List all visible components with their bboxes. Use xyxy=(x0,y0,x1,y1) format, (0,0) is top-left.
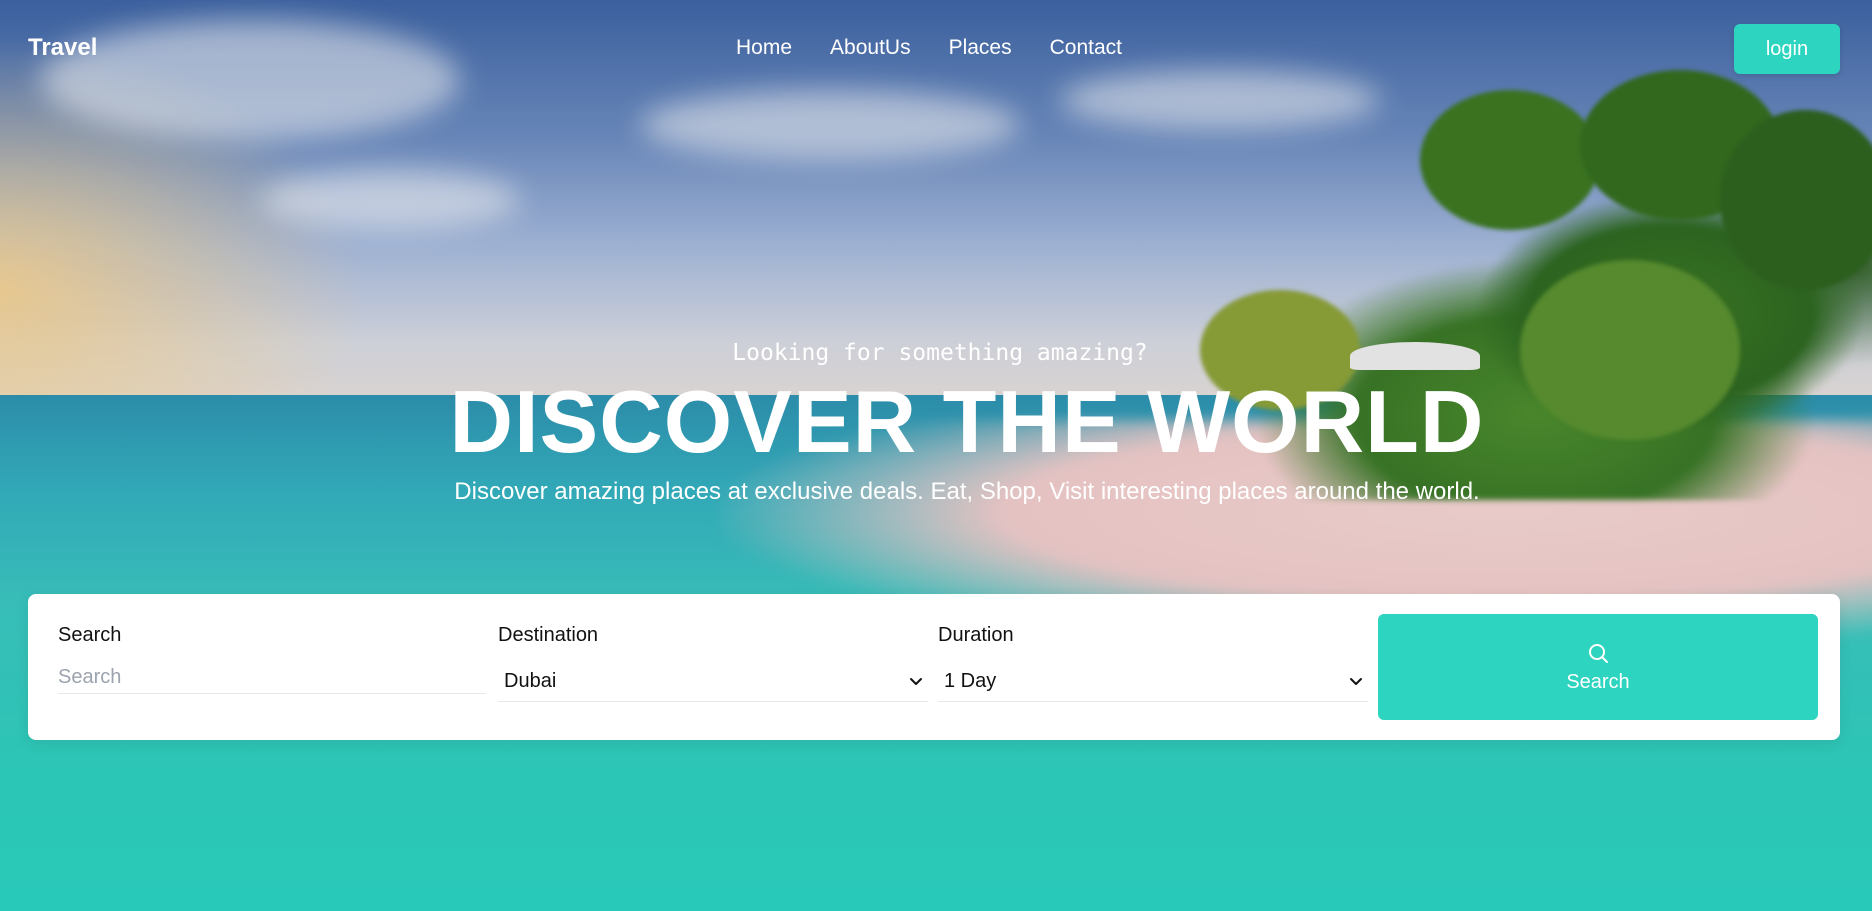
duration-select[interactable]: 1 Day xyxy=(938,661,1368,702)
nav-home[interactable]: Home xyxy=(736,36,792,60)
chevron-down-icon xyxy=(1350,678,1362,685)
hero-title: DISCOVER THE WORLD xyxy=(449,372,1485,471)
search-input[interactable] xyxy=(58,661,486,694)
brand-logo[interactable]: Travel xyxy=(28,34,97,62)
destination-field-group: Destination Dubai xyxy=(498,624,928,702)
destination-select[interactable]: Dubai xyxy=(498,661,928,702)
duration-label: Duration xyxy=(938,624,1014,646)
nav-about-us[interactable]: AboutUs xyxy=(830,36,911,60)
search-card: Search Destination Dubai Duration 1 Day … xyxy=(28,594,1840,740)
main-nav: Home AboutUs Places Contact xyxy=(736,36,1122,60)
search-icon xyxy=(1589,643,1608,663)
duration-value: 1 Day xyxy=(944,669,997,692)
hero-section: Looking for something amazing? DISCOVER … xyxy=(0,340,1872,506)
nav-places[interactable]: Places xyxy=(949,36,1012,60)
search-button-label: Search xyxy=(1566,670,1630,693)
destination-label: Destination xyxy=(498,624,599,646)
search-field-group: Search xyxy=(58,624,486,694)
hero-tagline: Looking for something amazing? xyxy=(732,340,1148,366)
chevron-down-icon xyxy=(910,678,922,685)
duration-field-group: Duration 1 Day xyxy=(938,624,1368,702)
site-header: Travel Home AboutUs Places Contact login xyxy=(0,0,1872,98)
hero-subtitle: Discover amazing places at exclusive dea… xyxy=(454,478,1480,505)
nav-contact[interactable]: Contact xyxy=(1050,36,1122,60)
destination-value: Dubai xyxy=(504,669,557,692)
login-button[interactable]: login xyxy=(1734,24,1840,74)
search-button[interactable]: Search xyxy=(1378,614,1818,720)
search-label: Search xyxy=(58,624,122,646)
